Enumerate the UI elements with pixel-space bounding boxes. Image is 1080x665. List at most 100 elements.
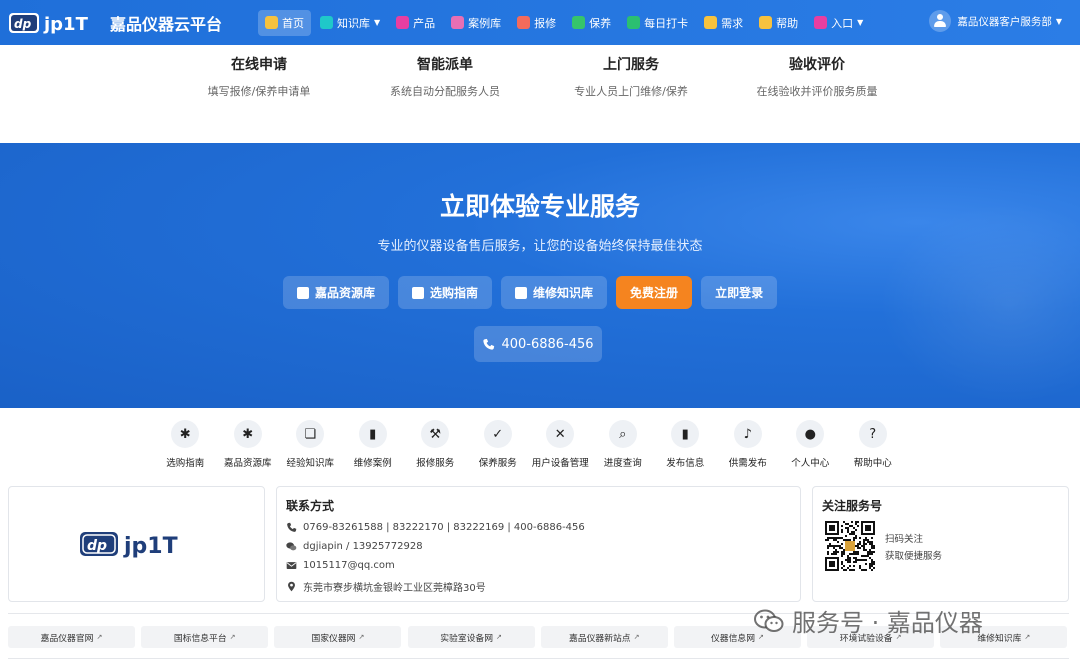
step-title: 上门服务: [603, 57, 659, 73]
external-link-icon: ↗: [1024, 633, 1031, 641]
nav-item-5[interactable]: 保养: [565, 10, 618, 36]
quick-link-label: 进度查询: [603, 458, 642, 469]
quick-link-label: 个人中心: [791, 458, 830, 469]
main-nav: 首页 知识库 ▼ 产品 案例库 报修 保养 每日打卡 需求 帮助 入口 ▼: [258, 9, 872, 36]
friend-link-label: 嘉品仪器新站点: [569, 633, 631, 644]
friend-link[interactable]: 国家仪器网 ↗: [274, 626, 402, 648]
step-acceptance: 验收评价 在线验收并评价服务质量: [732, 54, 902, 99]
nav-item-4[interactable]: 报修: [510, 10, 563, 36]
friend-link-label: 实验室设备网: [440, 633, 494, 644]
hero-title: 立即体验专业服务: [439, 192, 640, 221]
quick-link-7[interactable]: ⌕ 进度查询: [592, 420, 655, 469]
nav-item-7[interactable]: 需求: [697, 10, 750, 36]
step-title: 验收评价: [789, 57, 845, 73]
friend-link[interactable]: 嘉品仪器官网 ↗: [8, 626, 135, 648]
check-icon: [572, 16, 586, 29]
nav-item-1[interactable]: 知识库 ▼: [313, 10, 387, 36]
quick-link-10[interactable]: ● 个人中心: [779, 420, 842, 469]
watermark-text: 服务号 · 嘉品仪器: [792, 609, 983, 637]
phone-button[interactable]: 400-6886-456: [474, 326, 602, 362]
question-icon: [759, 16, 773, 29]
book-icon: ▮: [671, 420, 700, 448]
quick-link-3[interactable]: ▮ 维修案例: [342, 420, 405, 469]
quick-link-2[interactable]: ❏ 经验知识库: [279, 420, 342, 469]
nav-item-2[interactable]: 产品: [389, 10, 442, 36]
nav-item-label: 知识库: [337, 16, 371, 30]
quick-link-label: 经验知识库: [286, 458, 334, 469]
quick-link-8[interactable]: ▮ 发布信息: [654, 420, 717, 469]
contact-email: 1015117@qq.com: [303, 560, 395, 571]
quick-link-label: 供需发布: [728, 458, 767, 469]
step-online-apply: 在线申请 填写报修/保养申请单: [174, 54, 344, 99]
footer-logo-card: dp jp1T: [8, 486, 265, 602]
divider: [8, 658, 1069, 659]
contact-address: 东莞市寮步横坑金银岭工业区莞樟路30号: [303, 583, 486, 594]
hero-button-1[interactable]: 选购指南: [398, 276, 493, 309]
nav-item-6[interactable]: 每日打卡: [620, 10, 695, 36]
nav-item-label: 帮助: [776, 16, 799, 30]
nav-item-label: 产品: [413, 16, 436, 30]
nav-item-label: 案例库: [468, 16, 502, 30]
quick-links: ✱ 选购指南 ✱ 嘉品资源库 ❏ 经验知识库 ▮ 维修案例 ⚒ 报修服务 ✓ 保养服务 ✕ 用户设备管理 ⌕…: [154, 420, 904, 469]
quick-link-9[interactable]: ♪ 供需发布: [717, 420, 780, 469]
hero-button-0[interactable]: 嘉品资源库: [283, 276, 390, 309]
user-menu[interactable]: 嘉品仪器客户服务部 ▼: [929, 10, 1062, 32]
nav-item-9[interactable]: 入口 ▼: [807, 10, 870, 36]
nav-item-8[interactable]: 帮助: [752, 10, 805, 36]
contact-title: 联系方式: [286, 499, 335, 513]
friend-link[interactable]: 国标信息平台 ↗: [141, 626, 269, 648]
wrench-icon: ⚒: [421, 420, 450, 448]
question-icon: ?: [858, 420, 887, 448]
follow-card: 关注服务号 扫码关注 获取便捷服务: [812, 486, 1069, 602]
avatar: [929, 10, 952, 32]
hero-button-4[interactable]: 立即登录: [701, 276, 778, 309]
hero-button-3[interactable]: 免费注册: [616, 276, 693, 309]
map-pin-icon: [288, 581, 295, 592]
hero-button-2[interactable]: 维修知识库: [501, 276, 608, 309]
nav-item-0[interactable]: 首页: [258, 9, 312, 36]
wechat-icon: [286, 542, 297, 551]
hero-subtitle: 专业的仪器设备售后服务，让您的设备始终保持最佳状态: [377, 239, 703, 254]
follow-title: 关注服务号: [822, 499, 883, 513]
nav-item-3[interactable]: 案例库: [444, 10, 508, 36]
phone-icon: [483, 338, 495, 350]
top-navbar: dp jp1T 嘉品仪器云平台 首页 知识库 ▼ 产品 案例库 报修 保养 每日打卡 需求 帮助入…: [0, 0, 1080, 45]
quick-link-label: 选购指南: [166, 458, 205, 469]
external-link-icon: ↗: [496, 633, 502, 641]
clipboard-check-icon: ✓: [483, 420, 512, 448]
open-book-icon: ❏: [296, 420, 325, 448]
contact-wechat-row: dgjiapin / 13925772928: [286, 541, 791, 552]
contact-phone: 0769-83261588 | 83222170 | 83222169 | 40…: [303, 522, 585, 533]
friend-link[interactable]: 实验室设备网 ↗: [407, 626, 535, 648]
nav-item-label: 报修: [534, 16, 557, 30]
svg-text:dp: dp: [87, 538, 107, 554]
step-desc: 专业人员上门维修/保养: [574, 85, 688, 98]
wechat-icon: [754, 609, 784, 632]
quick-link-4[interactable]: ⚒ 报修服务: [404, 420, 467, 469]
cart-icon: [412, 286, 425, 299]
calendar-icon: [627, 16, 641, 29]
quick-link-1[interactable]: ✱ 嘉品资源库: [217, 420, 280, 469]
brand-logo: dp jp1T: [9, 12, 89, 35]
nav-item-label: 保养: [589, 16, 612, 30]
contact-wechat: dgjiapin / 13925772928: [303, 541, 423, 552]
home-icon: [265, 16, 279, 29]
quick-link-6[interactable]: ✕ 用户设备管理: [529, 420, 592, 469]
brand[interactable]: dp jp1T 嘉品仪器云平台: [8, 11, 222, 35]
friend-link-label: 国家仪器网: [311, 633, 356, 644]
quick-link-0[interactable]: ✱ 选购指南: [154, 420, 217, 469]
hero-button-label: 选购指南: [430, 286, 479, 300]
friend-link[interactable]: 嘉品仪器新站点 ↗: [540, 626, 668, 648]
brand-logo-text: jp1T: [43, 14, 89, 35]
quick-link-11[interactable]: ? 帮助中心: [842, 420, 905, 469]
follow-text: 扫码关注 获取便捷服务: [885, 531, 942, 565]
footer-logo: dp jp1T: [79, 532, 177, 559]
quick-link-5[interactable]: ✓ 保养服务: [467, 420, 530, 469]
follow-line1: 扫码关注: [885, 534, 924, 545]
chevron-down-icon: ▼: [374, 18, 381, 27]
user-icon: ●: [796, 420, 825, 448]
gear-icon: [396, 16, 410, 29]
nav-item-label: 每日打卡: [644, 16, 689, 30]
search-icon: ⌕: [608, 420, 637, 448]
phone-icon: [287, 522, 297, 532]
